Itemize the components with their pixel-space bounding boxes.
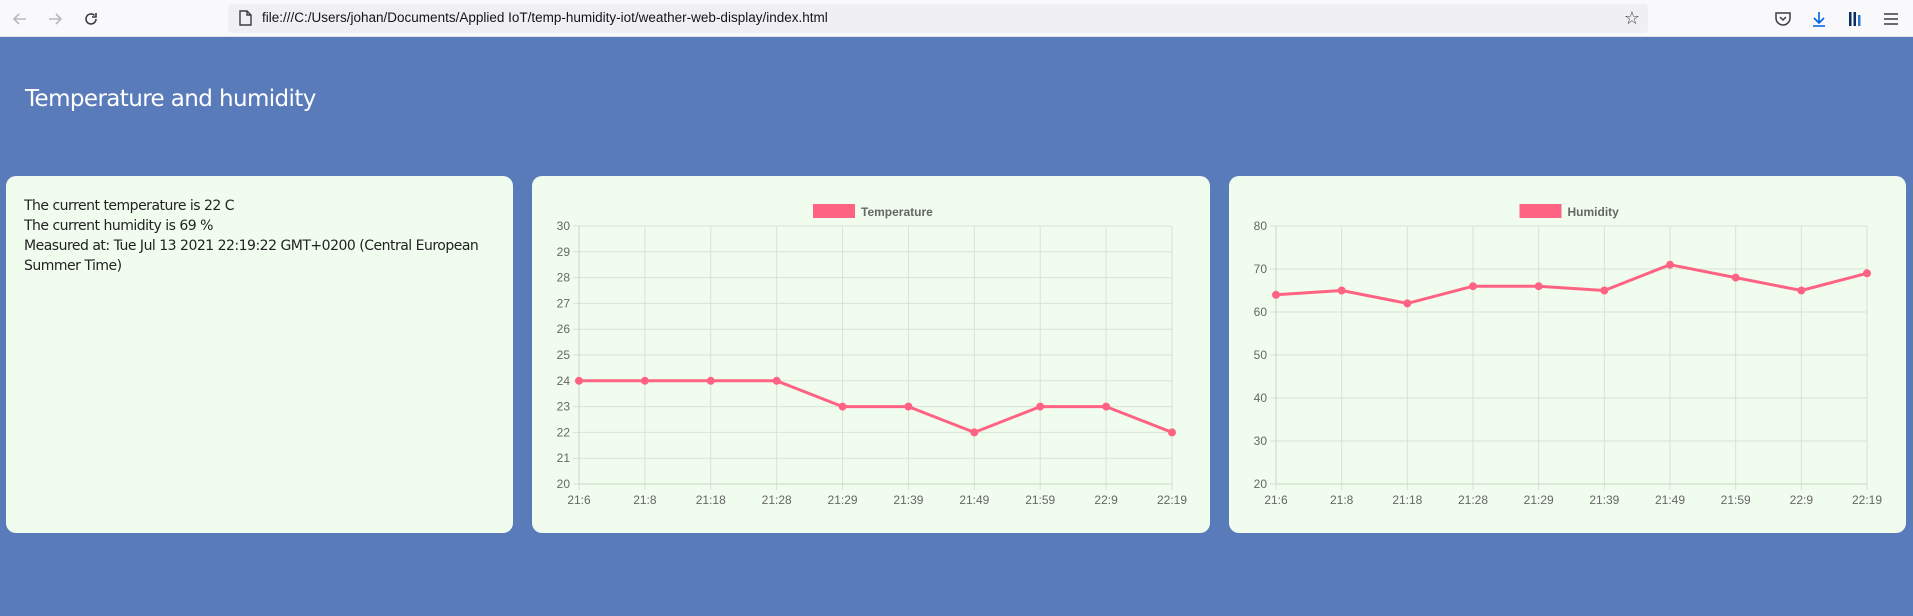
bookmark-star-icon[interactable]: ☆ (1624, 8, 1640, 29)
y-tick-label: 21 (557, 451, 571, 465)
x-tick-label: 21:59 (1025, 493, 1055, 507)
current-humidity-text: The current humidity is 69 % (24, 218, 213, 234)
temperature-chart-card: Temperature 20 21 22 23 24 25 26 27 28 29 30 21:6 21:… (532, 176, 1210, 533)
y-tick-label: 30 (557, 219, 571, 233)
back-arrow-icon[interactable] (7, 6, 33, 32)
x-tick-label: 21:28 (762, 493, 792, 507)
legend-swatch[interactable] (813, 204, 855, 218)
data-point[interactable] (640, 376, 649, 385)
y-tick-label: 23 (557, 400, 571, 414)
x-tick-label: 21:39 (1589, 493, 1619, 507)
y-tick-label: 28 (557, 271, 571, 285)
x-tick-label: 22:19 (1852, 493, 1882, 507)
download-icon[interactable] (1806, 6, 1832, 32)
data-point[interactable] (1731, 273, 1740, 282)
x-tick-label: 21:8 (633, 493, 657, 507)
browser-toolbar: file:///C:/Users/johan/Documents/Applied… (0, 0, 1913, 37)
x-tick-label: 21:18 (696, 493, 726, 507)
x-tick-label: 21:59 (1721, 493, 1751, 507)
x-tick-label: 21:28 (1458, 493, 1488, 507)
data-point[interactable] (904, 402, 913, 411)
current-readings-card: The current temperature is 22 C The curr… (6, 176, 513, 533)
forward-arrow-icon[interactable] (42, 6, 68, 32)
x-tick-label: 21:29 (828, 493, 858, 507)
y-tick-label: 22 (557, 425, 571, 439)
page-title: Temperature and humidity (25, 86, 316, 112)
y-tick-label: 27 (557, 296, 571, 310)
page-icon (238, 10, 254, 27)
data-point[interactable] (1666, 260, 1674, 269)
url-text[interactable]: file:///C:/Users/johan/Documents/Applied… (262, 10, 828, 25)
x-tick-label: 21:39 (893, 493, 923, 507)
data-point[interactable] (1272, 290, 1280, 299)
humidity-chart-card: Humidity 20 30 40 50 60 70 80 21:6 21:8 21:18 21:28… (1229, 176, 1906, 533)
humidity-chart: Humidity 20 30 40 50 60 70 80 21:6 21:8 21:18 21:28… (1254, 204, 1882, 507)
y-tick-label: 25 (557, 348, 571, 362)
y-tick-label: 40 (1254, 391, 1268, 405)
x-tick-label: 22:9 (1094, 493, 1118, 507)
data-point[interactable] (706, 376, 715, 385)
data-point[interactable] (1036, 402, 1045, 411)
series-line (1275, 263, 1868, 305)
measured-at-text: Measured at: Tue Jul 13 2021 22:19:22 GM… (24, 238, 479, 274)
y-tick-label: 26 (557, 322, 571, 336)
y-tick-label: 24 (557, 374, 571, 388)
x-tick-label: 21:8 (1330, 493, 1354, 507)
data-point[interactable] (1403, 299, 1412, 308)
data-point[interactable] (970, 428, 979, 437)
temperature-chart: Temperature 20 21 22 23 24 25 26 27 28 29 30 21:6 21:… (557, 204, 1187, 507)
data-point[interactable] (1797, 286, 1806, 295)
menu-icon[interactable] (1878, 6, 1904, 32)
y-tick-label: 50 (1254, 348, 1268, 362)
x-tick-label: 21:49 (959, 493, 989, 507)
y-tick-label: 30 (1254, 434, 1268, 448)
x-tick-label: 21:29 (1524, 493, 1554, 507)
pocket-icon[interactable] (1770, 6, 1796, 32)
data-point[interactable] (1337, 286, 1346, 295)
y-tick-label: 20 (1254, 477, 1268, 491)
legend-swatch[interactable] (1519, 204, 1562, 218)
data-point[interactable] (1102, 402, 1111, 411)
x-tick-label: 21:49 (1655, 493, 1685, 507)
library-icon[interactable] (1842, 6, 1868, 32)
x-tick-label: 21:6 (1264, 493, 1288, 507)
data-point[interactable] (1534, 282, 1543, 291)
legend-label[interactable]: Humidity (1568, 205, 1620, 219)
x-tick-label: 21:18 (1392, 493, 1422, 507)
data-point[interactable] (1469, 282, 1477, 291)
y-tick-label: 29 (557, 245, 571, 259)
data-point[interactable] (772, 376, 781, 385)
y-tick-label: 70 (1254, 262, 1268, 276)
current-temperature-text: The current temperature is 22 C (24, 198, 235, 214)
x-tick-label: 22:9 (1790, 493, 1814, 507)
data-point[interactable] (1863, 269, 1871, 278)
data-point[interactable] (575, 376, 583, 385)
legend-label[interactable]: Temperature (861, 205, 933, 219)
data-point[interactable] (838, 402, 847, 411)
reload-icon[interactable] (78, 6, 104, 32)
y-tick-label: 60 (1254, 305, 1268, 319)
data-point[interactable] (1600, 286, 1609, 295)
y-tick-label: 80 (1254, 219, 1268, 233)
x-tick-label: 21:6 (567, 493, 591, 507)
x-tick-label: 22:19 (1157, 493, 1187, 507)
data-point[interactable] (1168, 428, 1176, 437)
y-tick-label: 20 (557, 477, 571, 491)
url-bar[interactable]: file:///C:/Users/johan/Documents/Applied… (228, 4, 1648, 33)
